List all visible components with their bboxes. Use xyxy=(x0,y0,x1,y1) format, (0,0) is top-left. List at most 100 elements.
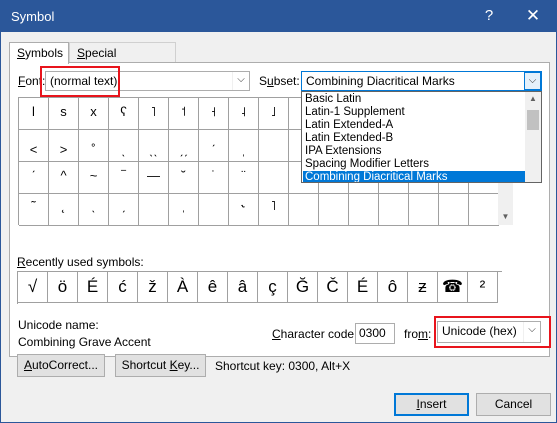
symbol-cell[interactable]: ~ xyxy=(79,162,109,194)
tab-symbols[interactable]: Symbols xyxy=(9,42,69,64)
cancel-button[interactable]: Cancel xyxy=(476,393,551,416)
symbol-cell[interactable]: ˦ xyxy=(169,98,199,130)
character-code-label: Character code: xyxy=(272,327,358,341)
symbol-cell[interactable] xyxy=(259,130,289,162)
symbol-cell[interactable]: ˚ xyxy=(79,130,109,162)
insert-button[interactable]: Insert xyxy=(394,393,469,416)
subset-option[interactable]: Latin Extended-B xyxy=(303,132,525,145)
symbol-cell[interactable]: ˌ xyxy=(169,194,199,226)
symbol-glyph: ~ xyxy=(89,168,98,183)
subset-option[interactable]: Spacing Modifier Letters xyxy=(303,158,525,171)
recent-symbol[interactable]: ç xyxy=(258,272,288,303)
symbol-cell[interactable] xyxy=(289,194,319,226)
symbol-cell[interactable]: ‾ xyxy=(109,162,139,194)
symbol-cell[interactable]: ˥ xyxy=(139,98,169,130)
symbol-cell[interactable]: ¨ xyxy=(229,162,259,194)
symbol-glyph: ˙ xyxy=(211,168,216,183)
recent-symbol[interactable]: ć xyxy=(108,272,138,303)
symbol-cell[interactable]: ^ xyxy=(49,162,79,194)
subset-option[interactable]: Latin Extended-A xyxy=(303,119,525,132)
scroll-up-icon[interactable]: ▲ xyxy=(525,94,541,103)
symbol-cell[interactable] xyxy=(409,194,439,226)
symbol-cell[interactable]: ˃ xyxy=(49,130,79,162)
unicode-name-label: Unicode name: xyxy=(18,318,99,332)
close-button[interactable]: ✕ xyxy=(522,6,544,26)
recent-symbol[interactable]: ö xyxy=(48,272,78,303)
recent-symbol[interactable]: À xyxy=(168,272,198,303)
symbol-cell[interactable]: ˊ xyxy=(199,130,229,162)
symbol-cell[interactable]: — xyxy=(139,162,169,194)
symbol-cell[interactable]: ˌ xyxy=(229,130,259,162)
subset-option[interactable]: Latin-1 Supplement xyxy=(303,106,525,119)
recent-symbol[interactable]: Ğ xyxy=(288,272,318,303)
symbol-cell[interactable]: ˏ xyxy=(109,194,139,226)
symbol-cell[interactable] xyxy=(319,194,349,226)
symbol-glyph: s xyxy=(60,104,67,119)
symbol-cell[interactable]: ˏˏ xyxy=(169,130,199,162)
symbol-glyph: ˃ xyxy=(59,142,68,157)
recent-symbols-label: Recently used symbols: xyxy=(17,255,144,269)
symbol-cell[interactable]: ʕ xyxy=(109,98,139,130)
symbol-cell[interactable]: x xyxy=(79,98,109,130)
symbol-glyph: ˌ xyxy=(181,198,186,213)
symbol-cell[interactable] xyxy=(349,194,379,226)
symbol-cell[interactable] xyxy=(199,194,229,226)
symbol-glyph: l xyxy=(32,104,35,119)
shortcut-key-info: Shortcut key: 0300, Alt+X xyxy=(215,359,351,373)
symbol-glyph: ˩ xyxy=(271,104,276,119)
symbol-cell[interactable] xyxy=(439,194,469,226)
symbol-cell[interactable]: ˞ xyxy=(229,194,259,226)
recent-symbol[interactable]: ê xyxy=(198,272,228,303)
recent-symbol[interactable]: Č xyxy=(318,272,348,303)
chevron-down-icon[interactable]: ⌵ xyxy=(232,72,249,90)
recent-symbol[interactable]: â xyxy=(228,272,258,303)
subset-list-scrollbar[interactable]: ▲ xyxy=(525,92,541,182)
character-code-input[interactable]: 0300 xyxy=(355,323,395,344)
symbol-cell[interactable]: ˎˎ xyxy=(139,130,169,162)
recent-symbol[interactable]: ² xyxy=(468,272,498,303)
symbol-cell[interactable]: ˎ xyxy=(109,130,139,162)
symbol-glyph: ˨ xyxy=(241,104,246,119)
symbol-cell[interactable]: ˩ xyxy=(259,98,289,130)
symbol-cell[interactable] xyxy=(469,194,499,226)
subset-option[interactable]: Basic Latin xyxy=(303,93,525,106)
recent-symbols-row: √ ö Éć ž Àê â ç Ğ Č Éô ƶ ☎ ² xyxy=(17,271,502,304)
symbol-cell[interactable]: ˎ xyxy=(79,194,109,226)
tab-special-characters[interactable]: Special Characters xyxy=(69,42,176,74)
symbol-cell[interactable]: s xyxy=(49,98,79,130)
subset-select[interactable]: Combining Diacritical Marks ⌵ xyxy=(301,71,542,91)
recent-symbol[interactable]: É xyxy=(78,272,108,303)
symbol-cell[interactable] xyxy=(259,162,289,194)
symbol-cell[interactable]: ˘ xyxy=(169,162,199,194)
symbol-cell[interactable] xyxy=(379,194,409,226)
symbol-cell[interactable]: l xyxy=(19,98,49,130)
symbol-cell[interactable]: ˨ xyxy=(229,98,259,130)
title-bar: Symbol ? ✕ xyxy=(1,1,556,32)
scroll-thumb[interactable] xyxy=(527,110,539,130)
symbol-cell[interactable]: ˙ xyxy=(199,162,229,194)
recent-symbol[interactable]: √ xyxy=(18,272,48,303)
scroll-down-icon[interactable]: ▼ xyxy=(498,212,513,221)
symbol-cell[interactable]: ˜ xyxy=(19,194,49,226)
chevron-down-icon[interactable]: ⌵ xyxy=(524,72,541,90)
telephone-icon[interactable]: ☎ xyxy=(438,272,468,303)
recent-symbol[interactable]: É xyxy=(348,272,378,303)
help-button[interactable]: ? xyxy=(479,7,499,24)
symbol-glyph: ˦ xyxy=(181,104,186,119)
symbol-glyph: ˛ xyxy=(61,198,66,213)
subset-option[interactable]: IPA Extensions xyxy=(303,145,525,158)
symbol-cell[interactable]: ˧ xyxy=(199,98,229,130)
shortcut-key-button[interactable]: Shortcut Key... xyxy=(115,354,206,377)
symbol-cell[interactable]: ˊ xyxy=(19,162,49,194)
subset-option-selected[interactable]: Combining Diacritical Marks xyxy=(303,171,525,182)
symbol-glyph: ^ xyxy=(60,168,67,183)
autocorrect-button[interactable]: AutoCorrect... xyxy=(17,354,105,377)
symbol-cell[interactable]: ˂ xyxy=(19,130,49,162)
symbol-cell[interactable]: ˛ xyxy=(49,194,79,226)
symbol-cell[interactable]: ˥ xyxy=(259,194,289,226)
symbol-cell[interactable] xyxy=(139,194,169,226)
symbol-glyph: ˎ xyxy=(91,198,96,213)
recent-symbol[interactable]: ƶ xyxy=(408,272,438,303)
recent-symbol[interactable]: ž xyxy=(138,272,168,303)
recent-symbol[interactable]: ô xyxy=(378,272,408,303)
